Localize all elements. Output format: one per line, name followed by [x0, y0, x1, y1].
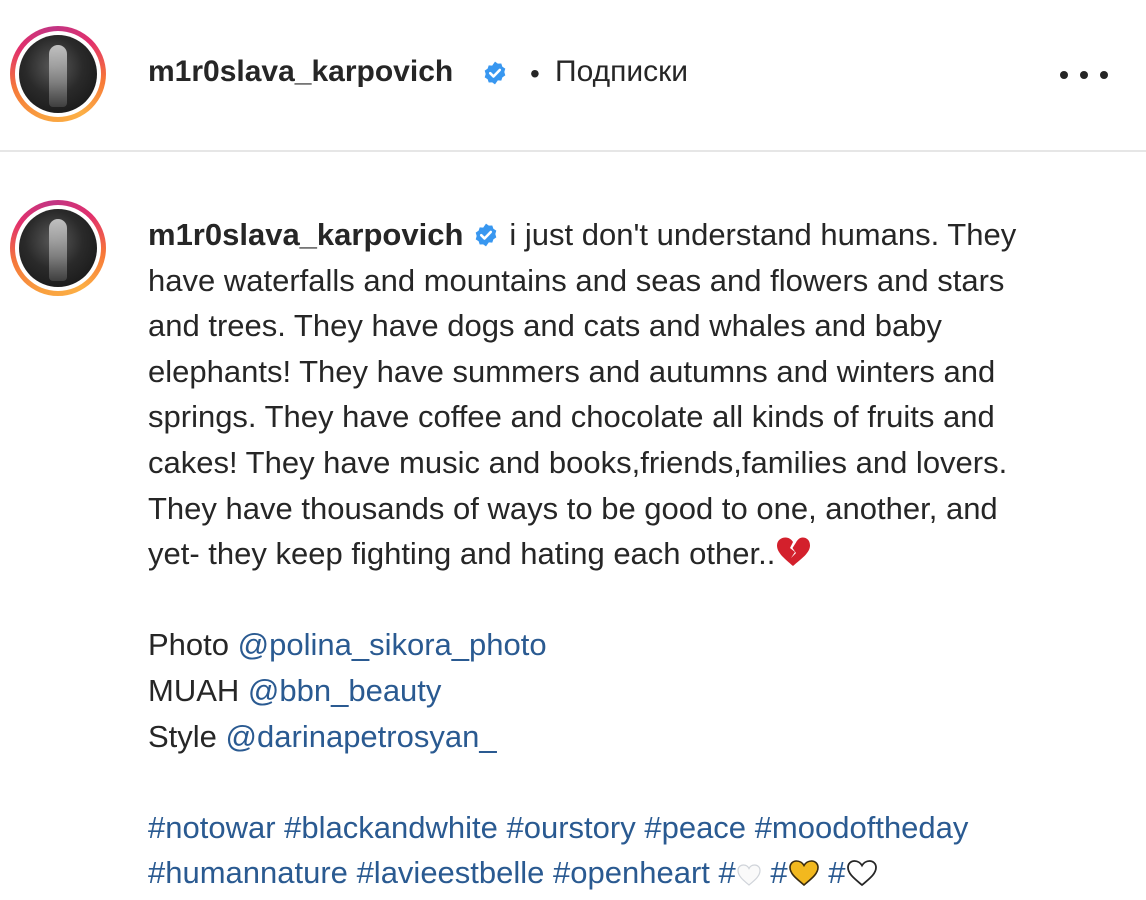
white-heart-outline-icon: [737, 864, 761, 887]
avatar-photo: [19, 209, 97, 287]
post-caption: m1r0slava_karpovich i just don't underst…: [148, 212, 1123, 896]
caption-line: They have thousands of ways to be good t…: [148, 490, 998, 526]
caption-line: and trees. They have dogs and cats and w…: [148, 308, 942, 344]
credit-line: MUAH @bbn_beauty: [148, 668, 1123, 714]
hashtag-emoji-link[interactable]: #: [770, 855, 819, 890]
avatar[interactable]: [10, 26, 106, 122]
white-heart-icon: [846, 860, 877, 887]
credit-label: MUAH: [148, 672, 240, 708]
hashtag-line: #humannature #lavieestbelle #openheart #…: [148, 850, 1123, 896]
separator-dot: •: [530, 58, 540, 89]
broken-heart-icon: [777, 537, 811, 567]
mention-link[interactable]: @bbn_beauty: [248, 673, 442, 708]
hashtag-link[interactable]: #notowar: [148, 810, 276, 845]
caption-avatar[interactable]: [10, 200, 106, 296]
more-horizontal-icon: [1060, 71, 1068, 79]
hashtag-link[interactable]: #humannature: [148, 855, 348, 890]
verified-badge-icon: [476, 223, 497, 247]
caption-text: i just don't understand humans. They: [509, 217, 1017, 252]
hashtag-link[interactable]: #lavieestbelle: [357, 855, 545, 890]
caption-line: springs. They have coffee and chocolate …: [148, 399, 995, 435]
credit-label: Photo: [148, 627, 230, 663]
credit-line: Photo @polina_sikora_photo: [148, 622, 1123, 668]
caption-line: m1r0slava_karpovich i just don't underst…: [148, 212, 1123, 258]
hashtag-link[interactable]: #openheart: [553, 855, 710, 890]
hashtag-link[interactable]: #ourstory: [506, 810, 635, 845]
post-header: m1r0slava_karpovich • Подписки: [0, 0, 1146, 152]
hashtag-emoji-link[interactable]: #: [828, 855, 877, 890]
mention-link[interactable]: @polina_sikora_photo: [238, 627, 547, 662]
avatar-photo: [19, 35, 97, 113]
credit-label: Style: [148, 718, 217, 754]
caption-line: elephants! They have summers and autumns…: [148, 353, 996, 389]
hashtag-link[interactable]: #moodoftheday: [755, 810, 969, 845]
hashtag-line: #notowar #blackandwhite #ourstory #peace…: [148, 805, 1123, 851]
hashtag-link[interactable]: #peace: [644, 810, 746, 845]
caption-line: cakes! They have music and books,friends…: [148, 444, 1008, 480]
credit-line: Style @darinapetrosyan_: [148, 714, 1123, 760]
more-options-button[interactable]: [1060, 60, 1108, 90]
hashtag-link[interactable]: #blackandwhite: [284, 810, 498, 845]
caption-line: yet- they keep fighting and hating each …: [148, 531, 1123, 577]
caption-line: have waterfalls and mountains and seas a…: [148, 262, 1005, 298]
caption-text: yet- they keep fighting and hating each …: [148, 536, 776, 572]
caption-username[interactable]: m1r0slava_karpovich: [148, 217, 463, 252]
mention-link[interactable]: @darinapetrosyan_: [226, 719, 497, 754]
follow-status-button[interactable]: Подписки: [555, 55, 688, 89]
verified-badge-icon: [484, 61, 506, 85]
header-username[interactable]: m1r0slava_karpovich: [148, 55, 453, 89]
yellow-heart-icon: [788, 860, 819, 887]
hashtag-emoji-link[interactable]: #: [719, 855, 762, 890]
